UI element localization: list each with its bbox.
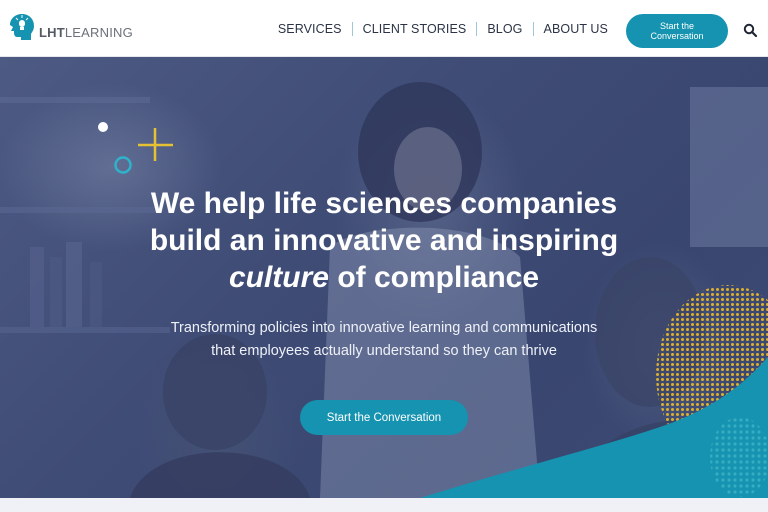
- main-nav: SERVICES CLIENT STORIES BLOG ABOUT US: [268, 0, 618, 57]
- hero-subtitle-line-2: that employees actually understand so th…: [211, 343, 557, 359]
- hero-headline: We help life sciences companies build an…: [0, 185, 768, 296]
- hero-headline-emphasis: culture: [228, 261, 329, 294]
- head-lightbulb-icon: [8, 13, 36, 43]
- start-conversation-hero-button[interactable]: Start the Conversation: [300, 400, 468, 435]
- nav-item-client-stories[interactable]: CLIENT STORIES: [353, 22, 477, 36]
- hero-section: We help life sciences companies build an…: [0, 57, 768, 498]
- logo-text: LHTLEARNING: [39, 24, 133, 40]
- next-section-edge: [0, 498, 768, 512]
- logo[interactable]: LHTLEARNING: [8, 10, 133, 46]
- search-icon[interactable]: [742, 22, 758, 38]
- nav-item-about-us[interactable]: ABOUT US: [534, 22, 618, 36]
- start-conversation-header-button[interactable]: Start the Conversation: [626, 14, 728, 48]
- hero-headline-line-1: We help life sciences companies: [150, 187, 618, 220]
- nav-item-blog[interactable]: BLOG: [477, 22, 532, 36]
- hero-subtitle-line-1: Transforming policies into innovative le…: [170, 320, 598, 336]
- hero-headline-line-2: build an innovative and inspiring: [149, 224, 619, 257]
- hero-subtitle: Transforming policies into innovative le…: [0, 317, 768, 363]
- nav-item-services[interactable]: SERVICES: [268, 22, 352, 36]
- site-header: LHTLEARNING SERVICES CLIENT STORIES BLOG…: [0, 0, 768, 57]
- hero-headline-line-3: culture of compliance: [228, 261, 540, 294]
